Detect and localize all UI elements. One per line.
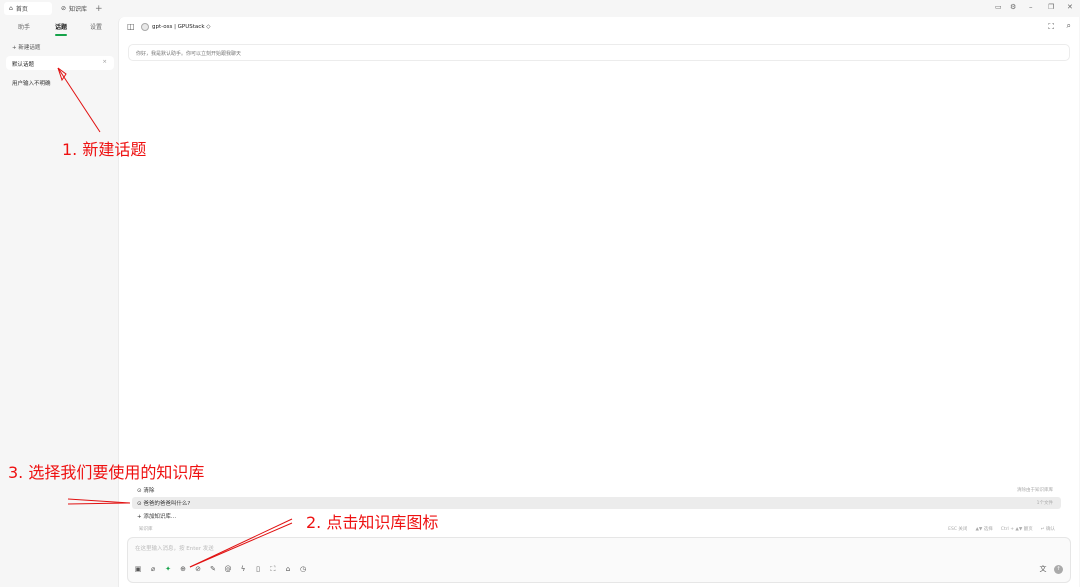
model-avatar <box>141 23 149 31</box>
input-toolbar: ▣ ⌀ ✦ ⊕ ⊘ ✎ @ ϟ ▯ ⛶ ⌂ ◷ <box>133 564 308 574</box>
kb-footer-title: 知识库 <box>139 527 153 532</box>
kb-option-label: + 添加知识库... <box>137 514 177 520</box>
search-icon[interactable]: ⌕ <box>1067 21 1071 31</box>
welcome-message: 你好，我是默认助手。你可以立刻开始跟我聊天 <box>128 44 1070 61</box>
minimize-icon[interactable]: – <box>1029 3 1033 11</box>
kb-hint: Ctrl + ▲▼ 翻页 <box>1000 527 1033 532</box>
restore-icon[interactable]: ❐ <box>1048 3 1054 11</box>
clock-icon[interactable]: ◷ <box>298 564 308 574</box>
close-icon[interactable]: × <box>102 59 107 65</box>
monitor-icon[interactable]: ▭ <box>995 3 1002 11</box>
knowledge-icon: ⊘ <box>61 5 67 12</box>
home-icon: ⌂ <box>9 5 13 12</box>
topic-item-unclear-input[interactable]: 用户输入不明确 <box>12 79 51 87</box>
input-actions: 文 ↑ <box>1038 564 1063 574</box>
kb-hint: ↵ 确认 <box>1040 527 1055 532</box>
message-input-box[interactable]: 在这里输入消息，按 Enter 发送 ▣ ⌀ ✦ ⊕ ⊘ ✎ @ ϟ ▯ ⛶ ⌂… <box>127 537 1071 583</box>
new-tab-button[interactable]: + <box>90 2 108 15</box>
kb-option-hint: 清除由于知识库库 <box>1017 488 1053 493</box>
attach-icon[interactable]: ⌀ <box>148 564 158 574</box>
active-tab-indicator <box>55 34 67 36</box>
message-input[interactable]: 在这里输入消息，按 Enter 发送 <box>135 544 214 552</box>
kb-popup-footer: 知识库 ESC 关闭 ▲▼ 选择 Ctrl + ▲▼ 翻页 ↵ 确认 <box>132 526 1061 536</box>
tab-home[interactable]: ⌂ 首页 <box>4 2 52 15</box>
annotation-step3: 3. 选择我们要使用的知识库 <box>8 463 205 482</box>
model-name: gpt-oss | GPUStack ◇ <box>152 24 211 30</box>
gear-icon[interactable]: ⚙ <box>1010 3 1016 11</box>
tab-home-label: 首页 <box>15 6 28 13</box>
sidebar-tab-assistant[interactable]: 助手 <box>18 22 30 31</box>
model-selector[interactable]: gpt-oss | GPUStack ◇ <box>141 23 210 31</box>
kb-option-add[interactable]: + 添加知识库... <box>132 510 1061 522</box>
kb-hint: ▲▼ 选择 <box>975 527 993 532</box>
paint-icon[interactable]: ✎ <box>208 564 218 574</box>
kb-option-label: ⊙ 爸爸的爸爸叫什么? <box>137 501 191 507</box>
topic-item-default[interactable]: 默认话题 × <box>6 56 114 70</box>
new-chat-icon[interactable]: ▣ <box>133 564 143 574</box>
kb-option-label: ⊙ 清除 <box>137 488 155 494</box>
annotation-step1: 1. 新建话题 <box>62 140 147 159</box>
globe-icon[interactable]: ⊕ <box>178 564 188 574</box>
new-topic-button[interactable]: + 新建话题 <box>12 43 40 51</box>
knowledge-base-icon[interactable]: ⊘ <box>193 564 203 574</box>
sidebar: 助手 话题 设置 + 新建话题 默认话题 × 用户输入不明确 <box>0 17 118 587</box>
tab-knowledge-label: 知识库 <box>69 6 88 13</box>
expand-icon[interactable]: ⛶ <box>268 564 278 574</box>
flash-icon[interactable]: ϟ <box>238 564 248 574</box>
sidebar-tab-settings[interactable]: 设置 <box>90 22 102 31</box>
clip-icon[interactable]: ▯ <box>253 564 263 574</box>
kb-option-clear[interactable]: ⊙ 清除 清除由于知识库库 <box>132 484 1061 496</box>
close-icon[interactable]: ✕ <box>1067 3 1073 11</box>
send-button[interactable]: ↑ <box>1054 564 1063 574</box>
mention-icon[interactable]: @ <box>223 564 233 574</box>
kb-option-file-count: 1个文件 <box>1036 501 1053 506</box>
topic-label: 默认话题 <box>12 62 35 68</box>
annotation-step2: 2. 点击知识库图标 <box>306 513 439 532</box>
translate-icon[interactable]: 文 <box>1038 564 1048 574</box>
kb-hint: ESC 关闭 <box>948 527 968 532</box>
eraser-icon[interactable]: ⌂ <box>283 564 293 574</box>
expand-icon[interactable]: ⛶ <box>1048 22 1054 32</box>
knowledge-base-popup: ⊙ 清除 清除由于知识库库 ⊙ 爸爸的爸爸叫什么? 1个文件 + 添加知识库..… <box>132 482 1061 536</box>
sidebar-toggle-icon[interactable]: ◫ <box>127 22 135 31</box>
sparkle-icon[interactable]: ✦ <box>163 564 173 574</box>
sidebar-tab-topics[interactable]: 话题 <box>55 22 67 31</box>
chat-navbar: ◫ gpt-oss | GPUStack ◇ ⛶ ⌕ <box>119 17 1080 39</box>
kb-option-selected[interactable]: ⊙ 爸爸的爸爸叫什么? 1个文件 <box>132 497 1061 509</box>
chat-panel: ◫ gpt-oss | GPUStack ◇ ⛶ ⌕ 你好，我是默认助手。你可以… <box>118 17 1079 587</box>
title-bar: ⌂ 首页 ⊘ 知识库 + ▭ ⚙ – ❐ ✕ <box>0 0 1080 17</box>
